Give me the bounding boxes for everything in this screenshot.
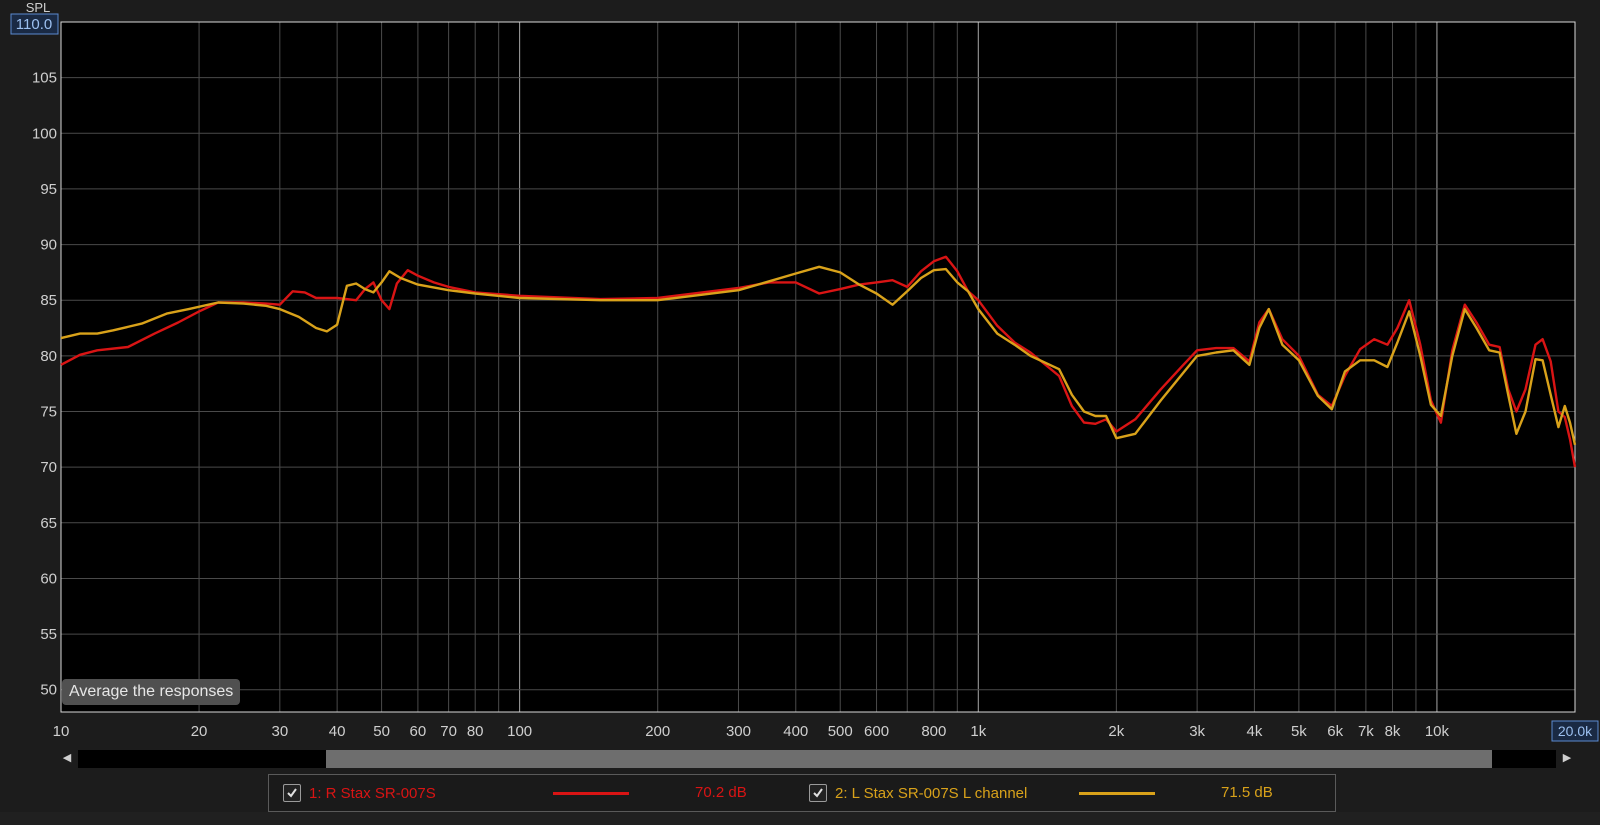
legend-swatch-1 xyxy=(553,792,629,795)
check-icon xyxy=(287,788,297,798)
x-tick-label: 6k xyxy=(1327,723,1343,740)
x-tick-label: 200 xyxy=(645,723,670,740)
horizontal-scrollbar[interactable]: ◀ ▶ xyxy=(60,748,1575,768)
x-tick-label: 10 xyxy=(53,723,70,740)
x-tick-label: 1k xyxy=(970,723,986,740)
legend-value-2: 71.5 dB xyxy=(1221,784,1273,801)
check-icon xyxy=(813,788,823,798)
scroll-track[interactable] xyxy=(78,750,1556,768)
right-readout: 20.0k xyxy=(1558,723,1593,739)
x-tick-label: 40 xyxy=(329,723,346,740)
legend-item-1: 1: R Stax SR-007S xyxy=(283,775,436,811)
x-tick-label: 600 xyxy=(864,723,889,740)
y-tick-label: 75 xyxy=(40,404,57,421)
x-tick-label: 2k xyxy=(1108,723,1124,740)
tooltip: Average the responses xyxy=(62,679,241,705)
x-tick-label: 50 xyxy=(373,723,390,740)
y-tick-label: 60 xyxy=(40,570,57,587)
legend-checkbox-1[interactable] xyxy=(283,784,301,802)
x-tick-label: 400 xyxy=(783,723,808,740)
x-tick-label: 800 xyxy=(921,723,946,740)
y-tick-label: 100 xyxy=(32,125,57,142)
x-tick-label: 20 xyxy=(191,723,208,740)
x-tick-label: 5k xyxy=(1291,723,1307,740)
y-axis-label: SPL xyxy=(26,0,51,15)
legend-label-2: 2: L Stax SR-007S L channel xyxy=(835,784,1028,802)
x-tick-label: 10k xyxy=(1425,723,1450,740)
y-tick-label: 80 xyxy=(40,348,57,365)
x-tick-label: 80 xyxy=(467,723,484,740)
chevron-left-icon[interactable]: ◀ xyxy=(60,748,74,768)
y-tick-label: 70 xyxy=(40,459,57,476)
y-tick-label: 55 xyxy=(40,626,57,643)
status-strip xyxy=(0,812,1600,825)
chevron-right-icon[interactable]: ▶ xyxy=(1560,748,1574,768)
x-tick-label: 70 xyxy=(440,723,457,740)
x-tick-label: 60 xyxy=(410,723,427,740)
legend-item-2: 2: L Stax SR-007S L channel xyxy=(809,775,1027,811)
x-tick-label: 500 xyxy=(828,723,853,740)
y-tick-label: 85 xyxy=(40,292,57,309)
legend: 1: R Stax SR-007S 70.2 dB 2: L Stax SR-0… xyxy=(268,774,1336,812)
y-tick-label: 95 xyxy=(40,181,57,198)
x-tick-label: 300 xyxy=(726,723,751,740)
frequency-response-chart[interactable]: 50 55 60 65 70 75 80 85 90 95 100 105 10 20 30 40 50 60 70… xyxy=(0,0,1600,760)
top-readout: 110.0 xyxy=(16,16,52,33)
x-tick-label: 3k xyxy=(1189,723,1205,740)
x-tick-label: 4k xyxy=(1246,723,1262,740)
x-tick-label: 100 xyxy=(507,723,532,740)
plot-area xyxy=(61,22,1575,712)
scroll-thumb[interactable] xyxy=(326,750,1492,768)
x-tick-label: 30 xyxy=(271,723,288,740)
legend-checkbox-2[interactable] xyxy=(809,784,827,802)
y-tick-label: 50 xyxy=(40,682,57,699)
x-tick-label: 7k xyxy=(1358,723,1374,740)
y-tick-label: 65 xyxy=(40,515,57,532)
legend-value-1: 70.2 dB xyxy=(695,784,747,801)
grid xyxy=(60,21,1576,713)
legend-swatch-2 xyxy=(1079,792,1155,795)
y-tick-label: 105 xyxy=(32,70,57,87)
y-tick-label: 90 xyxy=(40,237,57,254)
legend-label-1: 1: R Stax SR-007S xyxy=(309,784,436,802)
x-tick-label: 8k xyxy=(1385,723,1401,740)
